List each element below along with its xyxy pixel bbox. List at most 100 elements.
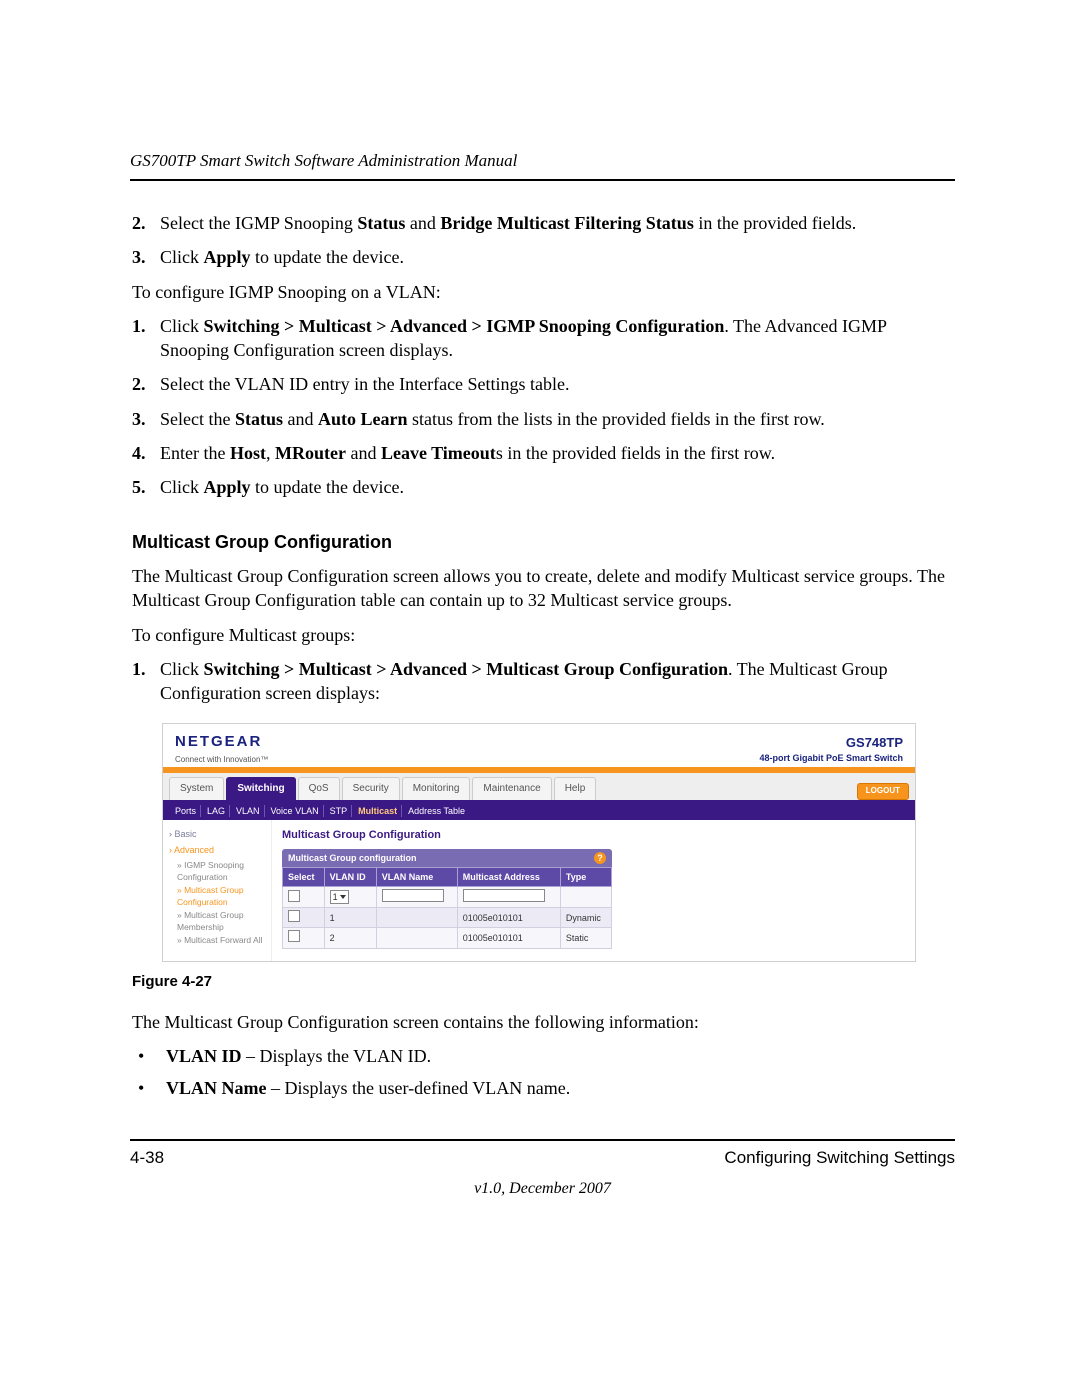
step-number: 5. — [132, 475, 160, 499]
select-all-checkbox[interactable] — [288, 890, 300, 902]
step-text: Click Switching > Multicast > Advanced >… — [160, 314, 955, 363]
body-content: 2. Select the IGMP Snooping Status and B… — [130, 211, 955, 1101]
step-text: Click Switching > Multicast > Advanced >… — [160, 657, 955, 706]
table-header-row: Select VLAN ID VLAN Name Multicast Addre… — [283, 868, 612, 887]
mcast-address-input[interactable] — [463, 889, 545, 902]
row-checkbox[interactable] — [288, 910, 300, 922]
figure-label: Figure 4-27 — [132, 972, 955, 992]
label: Multicast Group Membership — [177, 910, 244, 931]
step-text: Select the VLAN ID entry in the Interfac… — [160, 372, 955, 396]
sidebar-item-mgconfig[interactable]: » Multicast Group Configuration — [167, 885, 267, 908]
row-checkbox[interactable] — [288, 930, 300, 942]
brand-tagline: Connect with Innovation™ — [175, 755, 268, 766]
cell-mcast: 01005e010101 — [457, 928, 560, 948]
label: Multicast Group Configuration — [177, 885, 244, 906]
tab-qos[interactable]: QoS — [298, 777, 340, 800]
cell-vlan-id: 1 — [324, 908, 376, 928]
tab-maintenance[interactable]: Maintenance — [472, 777, 551, 800]
bullet-icon: • — [132, 1044, 166, 1068]
paragraph: To configure IGMP Snooping on a VLAN: — [132, 280, 955, 304]
box-header: Multicast Group configuration ? — [282, 849, 612, 867]
text: Click — [160, 477, 204, 497]
panel-title: Multicast Group Configuration — [282, 828, 905, 843]
step-text: Click Apply to update the device. — [160, 475, 955, 499]
bullet-icon: • — [132, 1076, 166, 1100]
config-table: Select VLAN ID VLAN Name Multicast Addre… — [282, 867, 612, 949]
sidebar-item-mgmember[interactable]: » Multicast Group Membership — [167, 910, 267, 933]
tab-switching[interactable]: Switching — [226, 777, 295, 800]
document-page: GS700TP Smart Switch Software Administra… — [0, 0, 1080, 1397]
step-number: 4. — [132, 441, 160, 465]
bold: Leave Timeout — [381, 443, 496, 463]
subnav-lag[interactable]: LAG — [203, 805, 230, 817]
sidebar-group-basic[interactable]: › Basic — [167, 826, 267, 842]
select-value: 1 — [333, 891, 338, 903]
subnav-address-table[interactable]: Address Table — [404, 805, 469, 817]
vlan-step-3: 3. Select the Status and Auto Learn stat… — [132, 407, 955, 431]
cell-vlan-id: 2 — [324, 928, 376, 948]
product-model: GS748TP — [759, 734, 903, 752]
text: status from the lists in the provided fi… — [408, 409, 825, 429]
section-heading: Multicast Group Configuration — [132, 530, 955, 554]
list-text: VLAN Name – Displays the user-defined VL… — [166, 1076, 955, 1100]
main-panel: Multicast Group Configuration Multicast … — [272, 820, 915, 961]
step-text: Enter the Host, MRouter and Leave Timeou… — [160, 441, 955, 465]
vlan-step-5: 5. Click Apply to update the device. — [132, 475, 955, 499]
subnav-vlan[interactable]: VLAN — [232, 805, 265, 817]
bold: VLAN ID — [166, 1046, 242, 1066]
bullet-list: • VLAN ID – Displays the VLAN ID. • VLAN… — [132, 1044, 955, 1101]
step-number: 2. — [132, 211, 160, 235]
sidebar-item-igmp[interactable]: » IGMP Snooping Configuration — [167, 860, 267, 883]
text: and — [346, 443, 381, 463]
subnav-voice-vlan[interactable]: Voice VLAN — [267, 805, 324, 817]
bold: Host — [230, 443, 266, 463]
subnav-multicast[interactable]: Multicast — [354, 805, 402, 817]
config-box: Multicast Group configuration ? Select V… — [282, 849, 612, 949]
tab-help[interactable]: Help — [554, 777, 597, 800]
tab-security[interactable]: Security — [342, 777, 400, 800]
help-icon[interactable]: ? — [594, 852, 606, 864]
step-number: 1. — [132, 657, 160, 706]
page-footer: 4-38 Configuring Switching Settings — [130, 1139, 955, 1170]
text: – Displays the VLAN ID. — [242, 1046, 432, 1066]
text: Click — [160, 247, 204, 267]
step-text: Select the IGMP Snooping Status and Brid… — [160, 211, 955, 235]
step-2: 2. Select the IGMP Snooping Status and B… — [132, 211, 955, 235]
page-number: 4-38 — [130, 1147, 164, 1170]
bold: Apply — [204, 477, 251, 497]
text: to update the device. — [251, 477, 404, 497]
vlan-name-input[interactable] — [382, 889, 444, 902]
sidebar-item-mfa[interactable]: » Multicast Forward All — [167, 935, 267, 946]
step-text: Select the Status and Auto Learn status … — [160, 407, 955, 431]
text: Click — [160, 316, 204, 336]
bold: VLAN Name — [166, 1078, 267, 1098]
cell-mcast: 01005e010101 — [457, 908, 560, 928]
subnav-stp[interactable]: STP — [326, 805, 353, 817]
logout-button[interactable]: LOGOUT — [857, 783, 909, 800]
sidebar-group-advanced[interactable]: › Advanced — [167, 842, 267, 858]
tab-monitoring[interactable]: Monitoring — [402, 777, 471, 800]
label: IGMP Snooping Configuration — [177, 860, 244, 881]
col-vlan-name: VLAN Name — [376, 868, 457, 887]
label: Multicast Forward All — [184, 935, 262, 945]
col-type: Type — [560, 868, 611, 887]
table-row: 2 01005e010101 Static — [283, 928, 612, 948]
list-text: VLAN ID – Displays the VLAN ID. — [166, 1044, 955, 1068]
text: s in the provided fields in the first ro… — [496, 443, 775, 463]
vlan-id-select[interactable]: 1 — [330, 890, 349, 904]
col-vlan-id: VLAN ID — [324, 868, 376, 887]
text: Select the IGMP Snooping — [160, 213, 357, 233]
brand-logo: NETGEAR — [175, 732, 262, 752]
screenshot-header: NETGEAR Connect with Innovation™ GS748TP… — [163, 724, 915, 769]
text: Select the — [160, 409, 235, 429]
cell-type: Dynamic — [560, 908, 611, 928]
text: and — [283, 409, 318, 429]
col-select: Select — [283, 868, 325, 887]
cell-vlan-name — [376, 928, 457, 948]
primary-tabs: System Switching QoS Security Monitoring… — [163, 773, 915, 802]
text: Enter the — [160, 443, 230, 463]
subnav-ports[interactable]: Ports — [171, 805, 201, 817]
tab-system[interactable]: System — [169, 777, 224, 800]
bold: Switching > Multicast > Advanced > IGMP … — [204, 316, 725, 336]
cell-vlan-name — [376, 908, 457, 928]
